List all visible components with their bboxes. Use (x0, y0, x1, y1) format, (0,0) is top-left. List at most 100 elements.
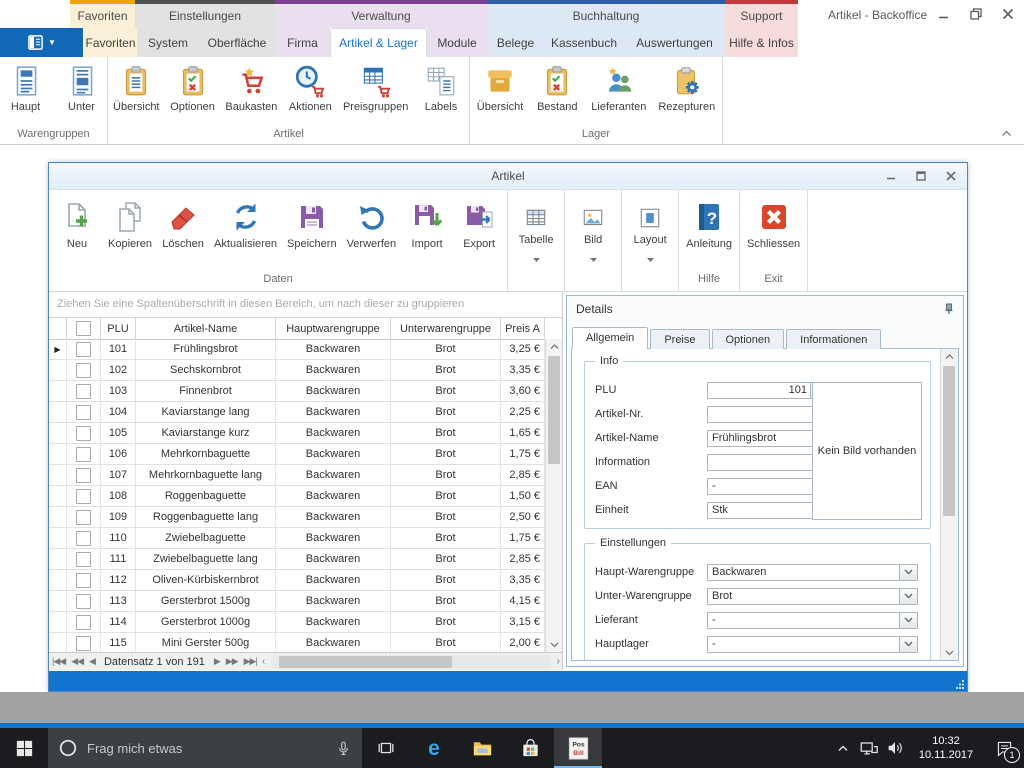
maximize-icon[interactable] (914, 170, 927, 183)
tab-firma[interactable]: Firma (275, 28, 330, 57)
checkbox[interactable] (76, 594, 91, 609)
nav-first-icon[interactable]: |◀◀ (49, 656, 68, 667)
nav-prev-page-icon[interactable]: ◀◀ (68, 656, 86, 667)
row-checkbox-cell[interactable] (67, 549, 101, 569)
checkbox[interactable] (76, 489, 91, 504)
ribbon-button-bestand[interactable]: Bestand (529, 62, 585, 115)
grid-header-hauptwarengruppe[interactable]: Hauptwarengruppe (276, 318, 391, 339)
close-icon[interactable] (944, 170, 957, 183)
row-checkbox-cell[interactable] (67, 528, 101, 548)
network-icon[interactable] (856, 728, 882, 768)
checkbox[interactable] (76, 321, 91, 336)
artikel-window-titlebar[interactable]: Artikel (49, 163, 967, 190)
table-row[interactable]: 115Mini Gerster 500gBackwarenBrot2,00 € (49, 633, 545, 652)
tab-module[interactable]: Module (427, 28, 487, 57)
grid-header-plu[interactable]: PLU (101, 318, 136, 339)
tab-belege[interactable]: Belege (487, 28, 544, 57)
scrollbar-thumb[interactable] (279, 656, 452, 668)
app-menu-button[interactable]: ▼ (0, 28, 83, 57)
scroll-up-icon[interactable] (941, 349, 957, 364)
details-tab-preise[interactable]: Preise (650, 329, 709, 349)
details-vertical-scrollbar[interactable] (940, 349, 958, 660)
haupt-warengruppe-select[interactable]: Backwaren (707, 564, 918, 581)
ribbon-button-übersicht[interactable]: Übersicht (108, 62, 165, 115)
scroll-up-icon[interactable] (546, 339, 562, 354)
checkbox[interactable] (76, 615, 91, 630)
row-checkbox-cell[interactable] (67, 570, 101, 590)
ean-field[interactable]: - (707, 478, 825, 495)
hauptlager-select[interactable]: - (707, 636, 918, 653)
toolbar-button-aktualisieren[interactable]: Aktualisieren (209, 198, 282, 252)
checkbox[interactable] (76, 342, 91, 357)
grid-vertical-scrollbar[interactable] (545, 339, 562, 652)
table-row[interactable]: 102SechskornbrotBackwarenBrot3,35 € (49, 360, 545, 381)
resize-grip[interactable] (955, 679, 965, 689)
restore-icon[interactable] (969, 8, 982, 21)
toolbar-button-speichern[interactable]: Speichern (282, 198, 342, 252)
table-row[interactable]: 112Oliven-KürbiskernbrotBackwarenBrot3,3… (49, 570, 545, 591)
table-row[interactable]: 109Roggenbaguette langBackwarenBrot2,50 … (49, 507, 545, 528)
nav-prev-icon[interactable]: ◀ (86, 656, 98, 667)
checkbox[interactable] (76, 510, 91, 525)
row-checkbox-cell[interactable] (67, 591, 101, 611)
toolbar-button-anleitung[interactable]: ?Anleitung (681, 198, 737, 252)
grid-header-checkbox[interactable] (67, 318, 101, 339)
scrollbar-thumb[interactable] (548, 356, 560, 464)
table-row[interactable]: 107Mehrkornbaguette langBackwarenBrot2,8… (49, 465, 545, 486)
row-checkbox-cell[interactable] (67, 423, 101, 443)
row-checkbox-cell[interactable] (67, 444, 101, 464)
grid-header-artikel-name[interactable]: Artikel-Name (136, 318, 276, 339)
table-row[interactable]: 110ZwiebelbaguetteBackwarenBrot1,75 € (49, 528, 545, 549)
cortana-search-box[interactable]: Frag mich etwas (48, 728, 362, 768)
row-checkbox-cell[interactable] (67, 402, 101, 422)
table-row[interactable]: 106MehrkornbaguetteBackwarenBrot1,75 € (49, 444, 545, 465)
ribbon-button-aktionen[interactable]: Aktionen (282, 62, 338, 115)
speaker-icon[interactable] (882, 728, 908, 768)
checkbox[interactable] (76, 384, 91, 399)
tab-artikel-und-lager[interactable]: Artikel & Lager (330, 28, 427, 57)
toolbar-button-tabelle[interactable]: Tabelle (510, 198, 562, 256)
tab-auswertungen[interactable]: Auswertungen (624, 28, 725, 57)
microphone-icon[interactable] (335, 740, 352, 757)
toolbar-button-verwerfen[interactable]: Verwerfen (342, 198, 402, 252)
task-view-button[interactable] (362, 728, 410, 768)
details-tab-allgemein[interactable]: Allgemein (572, 327, 648, 349)
checkbox[interactable] (76, 573, 91, 588)
checkbox[interactable] (76, 426, 91, 441)
table-row[interactable]: 113Gersterbrot 1500gBackwarenBrot4,15 € (49, 591, 545, 612)
ribbon-button-haupt[interactable]: Haupt (0, 62, 54, 115)
row-checkbox-cell[interactable] (67, 381, 101, 401)
toolbar-button-bild[interactable]: Bild (567, 198, 619, 256)
checkbox[interactable] (76, 405, 91, 420)
chevron-down-icon[interactable] (899, 613, 917, 628)
table-row[interactable]: 111Zwiebelbaguette langBackwarenBrot2,85… (49, 549, 545, 570)
backoffice-app-button[interactable]: PosBill (554, 728, 602, 768)
tray-chevron-up-icon[interactable] (830, 728, 856, 768)
start-button[interactable] (0, 728, 48, 768)
ribbon-button-übersicht[interactable]: Übersicht (471, 62, 529, 115)
checkbox[interactable] (76, 552, 91, 567)
checkbox[interactable] (76, 447, 91, 462)
artikel-name-field[interactable]: Frühlingsbrot (707, 430, 825, 447)
table-row[interactable]: 108RoggenbaguetteBackwarenBrot1,50 € (49, 486, 545, 507)
row-checkbox-cell[interactable] (67, 465, 101, 485)
chevron-down-icon[interactable] (899, 589, 917, 604)
grid-group-by-hint[interactable]: Ziehen Sie eine Spaltenüberschrift in di… (49, 292, 562, 318)
ribbon-button-lieferanten[interactable]: Lieferanten (585, 62, 652, 115)
table-row[interactable]: 114Gersterbrot 1000gBackwarenBrot3,15 € (49, 612, 545, 633)
ribbon-button-preisgruppen[interactable]: Preisgruppen (338, 62, 413, 115)
hscroll-left-icon[interactable]: ‹ (260, 656, 267, 667)
ribbon-collapse-chevron-icon[interactable] (998, 126, 1014, 140)
edge-button[interactable]: e (410, 728, 458, 768)
nav-last-icon[interactable]: ▶▶| (241, 656, 260, 667)
nav-next-page-icon[interactable]: ▶▶ (223, 656, 241, 667)
checkbox[interactable] (76, 363, 91, 378)
row-checkbox-cell[interactable] (67, 486, 101, 506)
table-row[interactable]: ▶101FrühlingsbrotBackwarenBrot3,25 € (49, 339, 545, 360)
tab-hilfe-und-infos[interactable]: Hilfe & Infos (725, 28, 798, 57)
scrollbar-thumb[interactable] (943, 366, 955, 516)
row-checkbox-cell[interactable] (67, 360, 101, 380)
minimize-icon[interactable] (884, 170, 897, 183)
details-tab-optionen[interactable]: Optionen (712, 329, 785, 349)
chevron-down-icon[interactable] (899, 565, 917, 580)
